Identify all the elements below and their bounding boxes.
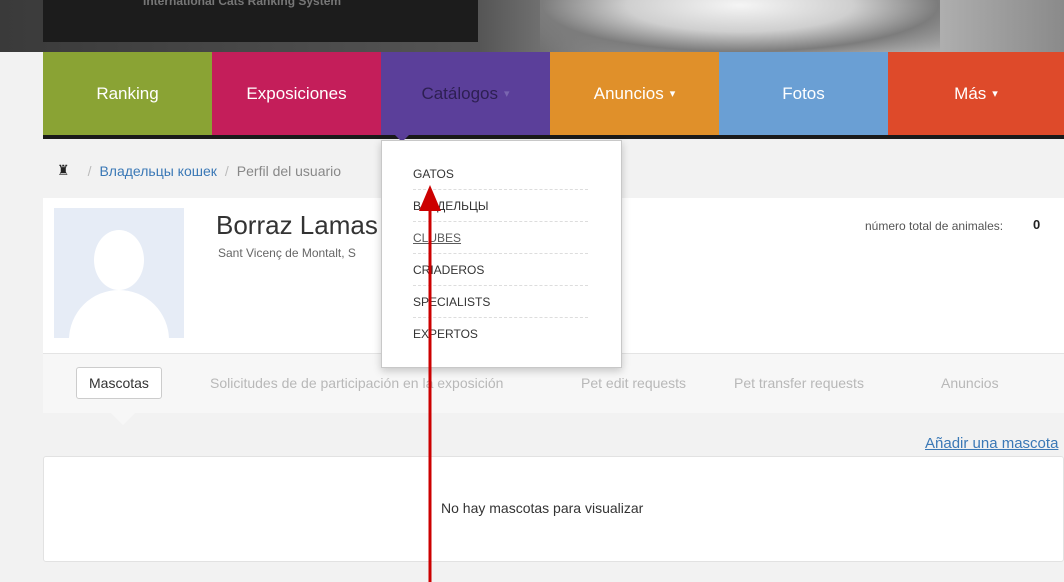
tab-mascotas[interactable]: Mascotas xyxy=(76,367,162,399)
logo-area[interactable]: International Cats Ranking System xyxy=(43,0,478,42)
nav-anuncios[interactable]: Anuncios ▾ xyxy=(550,52,719,135)
nav-label: Más xyxy=(954,83,987,103)
total-animals-label: número total de animales: xyxy=(865,219,1004,233)
total-animals-value: 0 xyxy=(1033,217,1041,232)
user-location: Sant Vicenç de Montalt, S xyxy=(218,246,356,260)
nav-divider xyxy=(43,135,1064,139)
annotation-arrow-icon xyxy=(419,185,441,582)
breadcrumb-link-owners[interactable]: Владельцы кошек xyxy=(99,163,216,179)
avatar-head-icon xyxy=(94,230,144,290)
breadcrumb: ♜ / Владельцы кошек / Perfil del usuario xyxy=(57,162,341,179)
nav-fotos[interactable]: Fotos xyxy=(719,52,888,135)
add-pet-link[interactable]: Añadir una mascota xyxy=(925,435,1058,452)
nav-label: Exposiciones xyxy=(246,83,347,103)
main-nav: Ranking Exposiciones Catálogos ▾ Anuncio… xyxy=(43,52,1064,135)
avatar-body-icon xyxy=(69,290,169,338)
breadcrumb-separator: / xyxy=(224,162,229,179)
nav-label: Ranking xyxy=(96,83,159,103)
nav-mas[interactable]: Más ▾ xyxy=(888,52,1064,135)
chevron-down-icon: ▾ xyxy=(669,88,676,100)
chevron-down-icon: ▾ xyxy=(992,88,998,100)
nav-exposiciones[interactable]: Exposiciones xyxy=(212,52,381,135)
user-name: Borraz Lamas xyxy=(216,210,378,240)
nav-ranking[interactable]: Ranking xyxy=(43,52,212,135)
breadcrumb-current: Perfil del usuario xyxy=(236,162,342,179)
nav-label: Fotos xyxy=(782,83,825,103)
active-tab-pointer xyxy=(111,413,135,425)
page: International Cats Ranking System Rankin… xyxy=(0,0,1064,582)
chevron-down-icon: ▾ xyxy=(504,88,510,100)
tab-pet-transfer-requests[interactable]: Pet transfer requests xyxy=(734,367,864,399)
home-icon[interactable]: ♜ xyxy=(57,162,70,179)
site-tagline: International Cats Ranking System xyxy=(143,0,342,8)
cat-photo xyxy=(540,0,940,52)
nav-label: Anuncios xyxy=(593,83,664,103)
nav-label: Catálogos xyxy=(421,83,499,103)
breadcrumb-separator: / xyxy=(87,162,92,179)
nav-catalogos[interactable]: Catálogos ▾ xyxy=(381,52,550,135)
header-banner: International Cats Ranking System xyxy=(0,0,1064,52)
empty-message: No hay mascotas para visualizar xyxy=(441,500,644,516)
pets-panel: No hay mascotas para visualizar xyxy=(43,456,1064,562)
avatar xyxy=(54,208,184,338)
tab-anuncios[interactable]: Anuncios xyxy=(941,367,999,399)
tab-pet-edit-requests[interactable]: Pet edit requests xyxy=(581,367,686,399)
